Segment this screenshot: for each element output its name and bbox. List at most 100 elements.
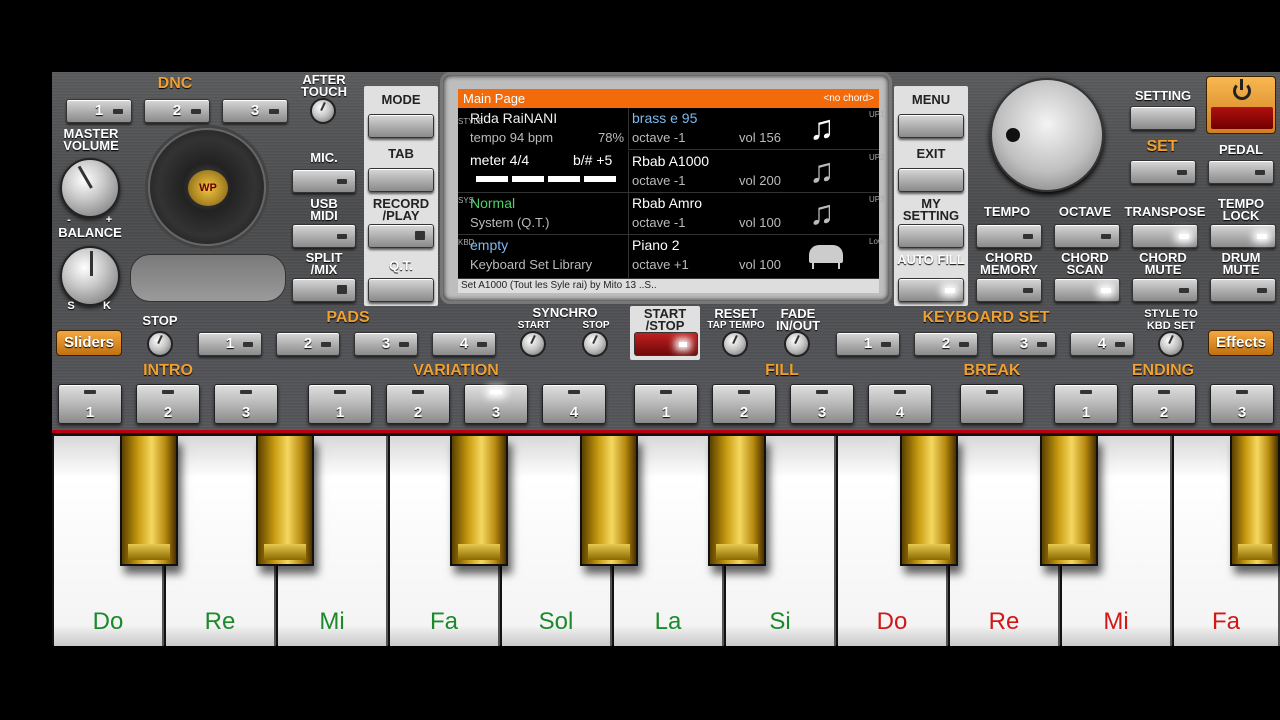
pitch-slider-area[interactable] — [130, 254, 286, 302]
menu-button[interactable] — [898, 114, 964, 138]
stop-knob[interactable] — [147, 331, 173, 357]
master-volume-knob[interactable] — [60, 158, 120, 218]
variation-button-3-label: 3 — [491, 404, 501, 421]
mic-button[interactable] — [292, 169, 356, 193]
voice-4-name: Piano 2 — [632, 237, 680, 253]
dnc-button-3[interactable]: 3 — [222, 99, 288, 123]
balance-knob[interactable] — [60, 246, 120, 306]
kbd-set-button-2[interactable]: 2 — [914, 332, 978, 356]
fill-button-3-label: 3 — [817, 404, 827, 421]
split-mix-button[interactable] — [292, 278, 356, 302]
black-key[interactable] — [256, 436, 314, 566]
mode-button[interactable] — [368, 114, 434, 138]
display-inner: Main Page <no chord> STYLE Rida RaiNANI t… — [458, 89, 885, 293]
reset-knob[interactable] — [722, 331, 748, 357]
variation-button-2[interactable]: 2 — [386, 384, 450, 424]
pad-button-2[interactable]: 2 — [276, 332, 340, 356]
fill-button-3[interactable]: 3 — [790, 384, 854, 424]
kbd-set-button-4-label: 4 — [1097, 335, 1107, 352]
intro-button-2-label: 2 — [163, 404, 173, 421]
break-button[interactable] — [960, 384, 1024, 424]
record-play-label: RECORD /PLAY — [372, 196, 430, 223]
after-touch-knob[interactable] — [310, 98, 336, 124]
style-tempo: tempo 94 bpm — [470, 130, 554, 145]
synchro-stop-knob[interactable] — [582, 331, 608, 357]
transpose-button[interactable] — [1132, 224, 1198, 248]
set-label: SET — [1146, 138, 1178, 155]
pad-button-3-label: 3 — [381, 335, 391, 352]
my-setting-button[interactable] — [898, 224, 964, 248]
kbd-set-button-4[interactable]: 4 — [1070, 332, 1134, 356]
kbd-set-button-3[interactable]: 3 — [992, 332, 1056, 356]
auto-fill-button[interactable] — [898, 278, 964, 302]
chord-memory-button[interactable] — [976, 278, 1042, 302]
effects-button[interactable]: Effects — [1208, 330, 1274, 356]
dnc-button-2[interactable]: 2 — [144, 99, 210, 123]
dj-turntable[interactable]: WP — [148, 128, 266, 246]
chord-mute-button[interactable] — [1132, 278, 1198, 302]
intro-button-2[interactable]: 2 — [136, 384, 200, 424]
ending-button-1[interactable]: 1 — [1054, 384, 1118, 424]
dnc-button-1[interactable]: 1 — [66, 99, 132, 123]
octave-button[interactable] — [1054, 224, 1120, 248]
data-dial[interactable] — [990, 78, 1104, 192]
drum-mute-button[interactable] — [1210, 278, 1276, 302]
exit-button[interactable] — [898, 168, 964, 192]
kbd-set-button-1[interactable]: 1 — [836, 332, 900, 356]
setting-label: SETTING — [1134, 88, 1192, 103]
fill-button-2[interactable]: 2 — [712, 384, 776, 424]
chord-memory-label: CHORD MEMORY — [979, 250, 1039, 277]
qt-label: Q.T. — [389, 258, 413, 273]
style-to-kbd-label: STYLE TO KBD SET — [1144, 308, 1198, 332]
black-key[interactable] — [580, 436, 638, 566]
power-button[interactable] — [1206, 76, 1276, 134]
variation-button-4[interactable]: 4 — [542, 384, 606, 424]
black-key[interactable] — [900, 436, 958, 566]
ending-button-3[interactable]: 3 — [1210, 384, 1274, 424]
black-key[interactable] — [120, 436, 178, 566]
style-side-label: STYLE — [458, 117, 484, 126]
black-key[interactable] — [708, 436, 766, 566]
pad-button-1[interactable]: 1 — [198, 332, 262, 356]
pad-button-4[interactable]: 4 — [432, 332, 496, 356]
ending-button-2[interactable]: 2 — [1132, 384, 1196, 424]
start-stop-button[interactable] — [634, 332, 698, 356]
tab-button[interactable] — [368, 168, 434, 192]
black-key[interactable] — [450, 436, 508, 566]
style-to-kbd-knob[interactable] — [1158, 331, 1184, 357]
usb-midi-button[interactable] — [292, 224, 356, 248]
record-play-button[interactable] — [368, 224, 434, 248]
voice-3-side: UP3 — [869, 195, 885, 204]
pedal-button[interactable] — [1208, 160, 1274, 184]
variation-button-2-label: 2 — [413, 404, 423, 421]
fill-button-4[interactable]: 4 — [868, 384, 932, 424]
my-setting-label: MY SETTING — [902, 196, 960, 223]
ending-button-1-label: 1 — [1081, 404, 1091, 421]
black-key[interactable] — [1230, 436, 1280, 566]
setting-button[interactable] — [1130, 106, 1196, 130]
voice-2[interactable]: Rbab A1000 octave -1 vol 200 ♫ UP2 — [628, 151, 885, 193]
key-label: Mi — [319, 608, 345, 635]
voice-1[interactable]: brass e 95 octave -1 vol 156 ♫ UP1 — [628, 108, 885, 150]
variation-button-1[interactable]: 1 — [308, 384, 372, 424]
voice-3[interactable]: Rbab Amro octave -1 vol 100 ♫ UP3 — [628, 193, 885, 235]
set-button[interactable] — [1130, 160, 1196, 184]
qt-button[interactable] — [368, 278, 434, 302]
voice-4[interactable]: Piano 2 octave +1 vol 100 Low — [628, 235, 884, 279]
system-sub: System (Q.T.) — [470, 215, 550, 230]
tempo-lock-button[interactable] — [1210, 224, 1276, 248]
pad-button-3[interactable]: 3 — [354, 332, 418, 356]
black-key[interactable] — [1040, 436, 1098, 566]
chord-scan-button[interactable] — [1054, 278, 1120, 302]
mode-label: MODE — [381, 92, 421, 107]
stop-label: STOP — [142, 313, 178, 328]
variation-button-3[interactable]: 3 — [464, 384, 528, 424]
intro-button-1[interactable]: 1 — [58, 384, 122, 424]
tempo-button[interactable] — [976, 224, 1042, 248]
fill-button-1[interactable]: 1 — [634, 384, 698, 424]
reset-label: RESET — [714, 306, 758, 321]
synchro-start-knob[interactable] — [520, 331, 546, 357]
intro-button-3[interactable]: 3 — [214, 384, 278, 424]
sliders-button[interactable]: Sliders — [56, 330, 122, 356]
fade-knob[interactable] — [784, 331, 810, 357]
